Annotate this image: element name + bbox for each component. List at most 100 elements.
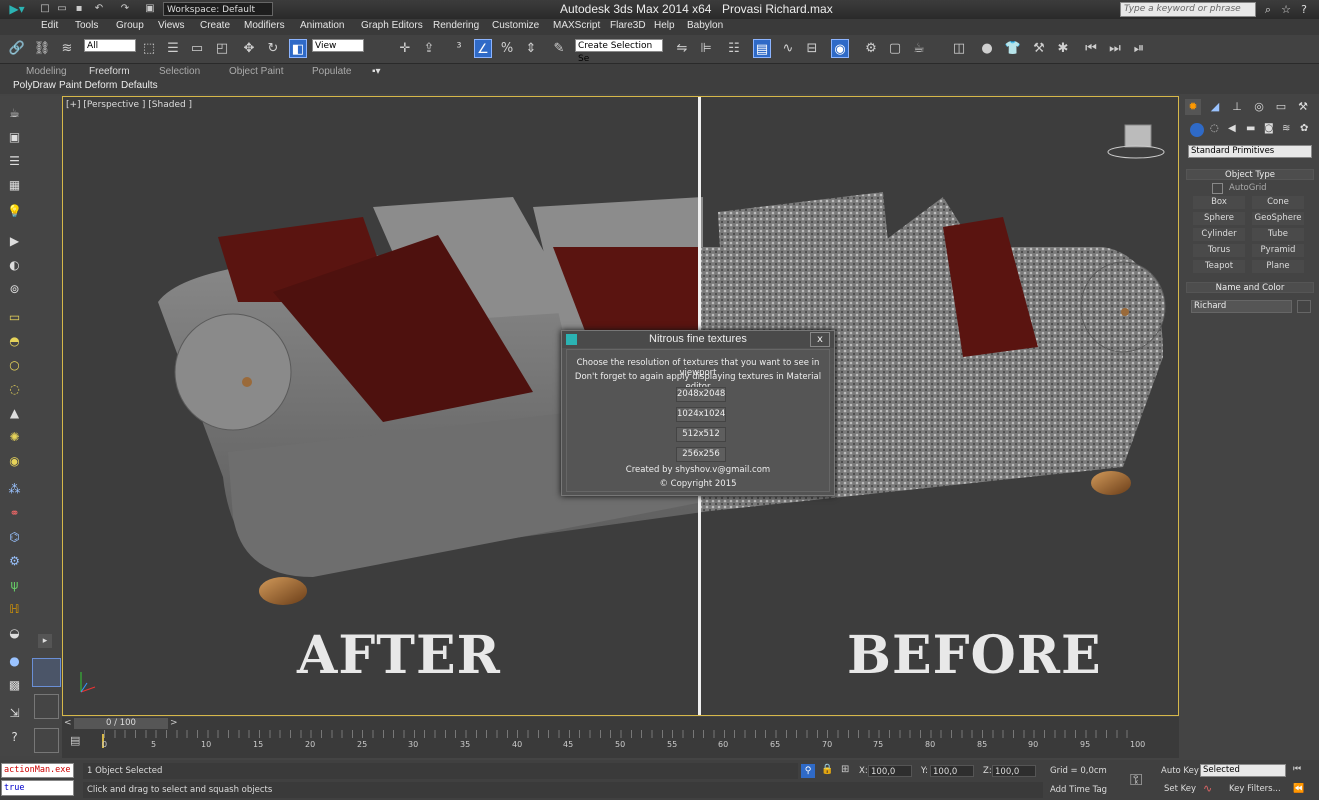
help-circle-icon[interactable]: ? — [5, 728, 24, 747]
viewport-icon[interactable]: ◫ — [950, 39, 968, 58]
plane-button[interactable]: Plane — [1252, 260, 1304, 273]
expand-arrow-icon[interactable]: ▸ — [38, 634, 52, 648]
z-coord-field[interactable]: 100,0 — [992, 765, 1036, 777]
sphere-tool-icon[interactable]: ● — [978, 39, 996, 58]
named-selection-dropdown[interactable]: Create Selection Se — [575, 39, 663, 64]
layer-manager-icon[interactable]: ☷ — [725, 39, 743, 58]
render-frame-icon[interactable]: ▣ — [5, 128, 24, 147]
schematic-view-icon[interactable]: ⊟ — [803, 39, 821, 58]
menu-group[interactable]: Group — [116, 20, 144, 31]
menu-babylon[interactable]: Babylon — [687, 20, 723, 31]
pyramid-button[interactable]: Pyramid — [1252, 244, 1304, 257]
tab-selection[interactable]: Selection — [159, 66, 200, 79]
light-icon[interactable]: 💡 — [5, 202, 24, 221]
mesh-light-icon[interactable]: ◉ — [5, 452, 24, 471]
isolate-icon[interactable]: ⚲ — [801, 764, 815, 778]
curve-editor-icon[interactable]: ∿ — [779, 39, 797, 58]
particles-icon[interactable]: ✱ — [1054, 39, 1072, 58]
render-setup-icon[interactable]: ⚙ — [862, 39, 880, 58]
display-tab-icon[interactable]: ▭ — [1273, 99, 1289, 115]
camera-icon[interactable]: ▶ — [5, 232, 24, 251]
res-2048-button[interactable]: 2048x2048 — [676, 387, 726, 402]
snap-toggle-icon[interactable]: ³ — [450, 39, 468, 58]
menu-tools[interactable]: Tools — [75, 20, 98, 31]
menu-rendering[interactable]: Rendering — [433, 20, 479, 31]
key-curve-icon[interactable]: ∿ — [1203, 782, 1212, 795]
star-icon[interactable]: ☆ — [1278, 2, 1294, 17]
menu-edit[interactable]: Edit — [41, 20, 58, 31]
res-512-button[interactable]: 512x512 — [676, 427, 726, 442]
systems-icon[interactable]: ✿ — [1300, 123, 1308, 134]
help-icon[interactable]: ? — [1296, 2, 1312, 17]
prev-frame-icon[interactable]: < — [64, 718, 72, 729]
unlink-icon[interactable]: ⛓ — [33, 39, 51, 58]
render-icon[interactable]: ☕ — [910, 39, 928, 58]
hair-icon[interactable]: ℍ — [5, 600, 24, 619]
select-object-icon[interactable]: ⬚ — [140, 39, 158, 58]
sun-icon[interactable]: ✺ — [5, 428, 24, 447]
align-icon[interactable]: ⊫ — [697, 39, 715, 58]
dome-light-icon[interactable]: ◓ — [5, 332, 24, 351]
cameras-icon[interactable]: ▬ — [1246, 123, 1255, 134]
particle-icon[interactable]: ⁂ — [5, 480, 24, 499]
export-icon[interactable]: ⇲ — [5, 704, 24, 723]
view-cube[interactable] — [1124, 124, 1152, 148]
tab-freeform[interactable]: Freeform — [89, 66, 130, 79]
sequence-next-icon[interactable]: ⏭ — [1106, 39, 1124, 58]
key-filters-button[interactable]: Key Filters... — [1229, 784, 1281, 794]
material-editor-icon[interactable]: ◉ — [831, 39, 849, 58]
tab-modeling[interactable]: Modeling — [26, 66, 67, 79]
move-icon[interactable]: ✥ — [240, 39, 258, 58]
angle-snap-icon[interactable]: ∠ — [474, 39, 492, 58]
percent-snap-icon[interactable]: % — [498, 39, 516, 58]
rendered-frame-icon[interactable]: ▢ — [886, 39, 904, 58]
network-icon[interactable]: ⌬ — [5, 528, 24, 547]
dialog-title-bar[interactable]: Nitrous fine textures x — [562, 331, 834, 348]
dialog-close-button[interactable]: x — [810, 332, 830, 347]
search-input[interactable]: Type a keyword or phrase — [1120, 2, 1256, 17]
gear-icon[interactable]: ⚙ — [5, 552, 24, 571]
mirror-icon[interactable]: ⇋ — [673, 39, 691, 58]
link-icon[interactable]: 🔗 — [8, 39, 26, 58]
track-bar[interactable]: ▤ 0 5 10 15 20 25 30 35 40 45 50 55 60 6… — [62, 730, 1179, 758]
object-type-rollout[interactable]: Object Type — [1186, 169, 1314, 180]
modify-tab-icon[interactable]: ◢ — [1207, 99, 1223, 115]
film-icon[interactable]: ⊚ — [5, 280, 24, 299]
redo-icon[interactable]: ↷ — [118, 2, 132, 16]
maxscript-listener-bottom[interactable]: true — [1, 780, 74, 796]
res-1024-button[interactable]: 1024x1024 — [676, 407, 726, 422]
teapot-button[interactable]: Teapot — [1193, 260, 1245, 273]
shapes-icon[interactable]: ◌ — [1210, 123, 1219, 134]
menu-help[interactable]: Help — [654, 20, 675, 31]
workspace-dropdown[interactable]: Workspace: Default — [163, 2, 273, 16]
y-coord-field[interactable]: 100,0 — [930, 765, 974, 777]
list-icon[interactable]: ☰ — [5, 152, 24, 171]
menu-flare3d[interactable]: Flare3D — [610, 20, 646, 31]
absolute-mode-icon[interactable]: ⊞ — [841, 764, 849, 775]
key-selection-dropdown[interactable]: Selected — [1200, 764, 1286, 777]
subtab-defaults[interactable]: Defaults — [121, 80, 158, 94]
set-key-button[interactable]: Set Key — [1164, 784, 1196, 794]
spacewarps-icon[interactable]: ≋ — [1282, 123, 1290, 134]
maxscript-listener-top[interactable]: actionMan.exe — [1, 763, 74, 778]
auto-key-button[interactable]: Auto Key — [1161, 766, 1199, 776]
geosphere-button[interactable]: GeoSphere — [1252, 212, 1304, 225]
menu-customize[interactable]: Customize — [492, 20, 539, 31]
rect-selection-icon[interactable]: ▭ — [188, 39, 206, 58]
viewport-layout-quad[interactable] — [34, 728, 59, 753]
lock-icon[interactable]: 🔒 — [821, 764, 833, 775]
edit-named-selection-icon[interactable]: ✎ — [550, 39, 568, 58]
window-crossing-icon[interactable]: ◰ — [213, 39, 231, 58]
cone-button[interactable]: Cone — [1252, 196, 1304, 209]
lights-icon[interactable]: ◀ — [1228, 123, 1236, 134]
hold-icon[interactable]: ▣ — [143, 2, 157, 16]
res-256-button[interactable]: 256x256 — [676, 447, 726, 462]
view-cube-ring[interactable] — [1107, 145, 1165, 159]
object-name-input[interactable]: Richard — [1191, 300, 1292, 313]
menu-maxscript[interactable]: MAXScript — [553, 20, 600, 31]
grass-icon[interactable]: ψ — [5, 576, 24, 595]
sequence-icon[interactable]: ⏮ — [1082, 39, 1100, 58]
molecule-icon[interactable]: ⚭ — [5, 504, 24, 523]
add-time-tag[interactable]: Add Time Tag — [1050, 785, 1107, 795]
motion-tab-icon[interactable]: ◎ — [1251, 99, 1267, 115]
